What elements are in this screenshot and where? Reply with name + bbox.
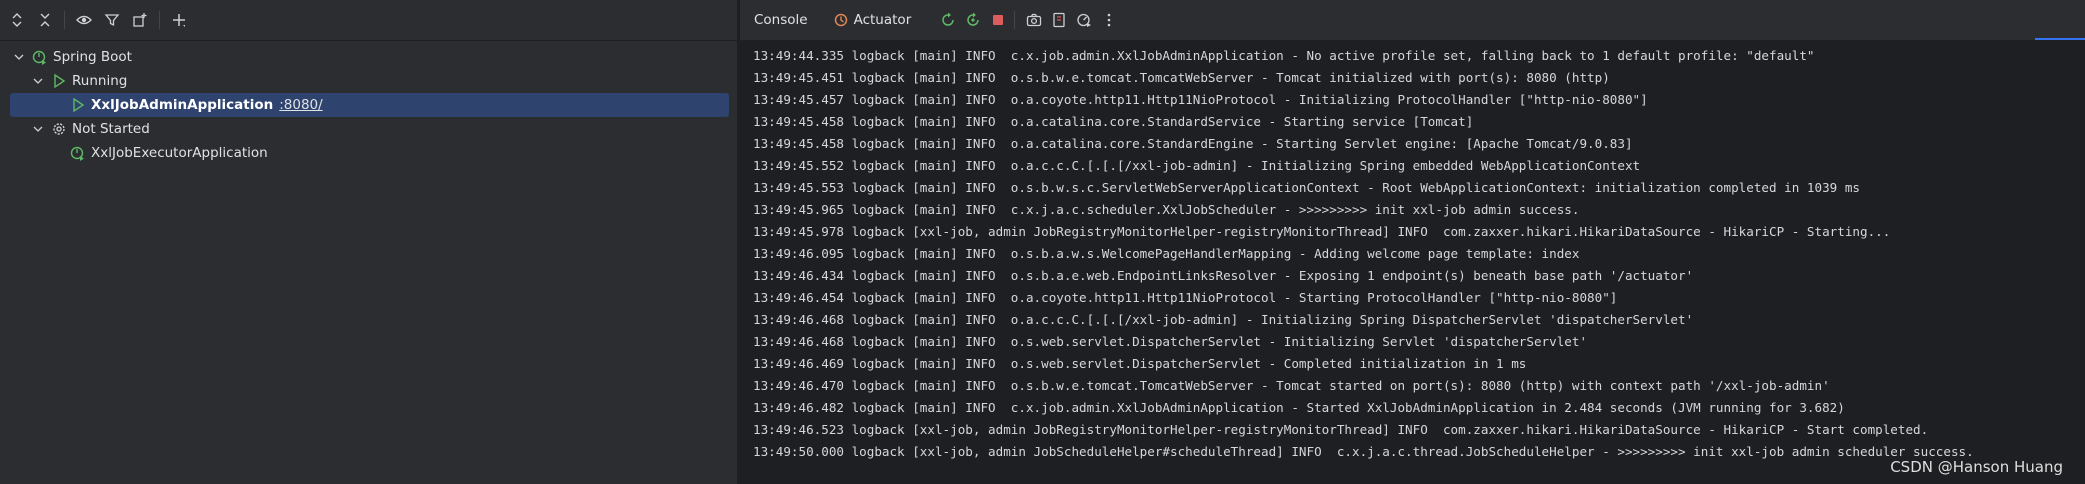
console-line: 13:49:46.482 logback [main] INFO c.x.job… <box>753 400 1845 415</box>
chevron-down-icon[interactable] <box>31 74 45 88</box>
console-line: 13:49:45.552 logback [main] INFO o.a.c.c… <box>753 158 1641 173</box>
tree-node-running[interactable]: Running <box>0 69 737 93</box>
tree-node-xxl-job-admin[interactable]: XxlJobAdminApplication :8080/ <box>10 93 729 117</box>
services-panel: Spring Boot Running XxlJobAdminApplicati… <box>0 0 738 484</box>
console-output[interactable]: 13:49:44.335 logback [main] INFO c.x.job… <box>740 40 2085 484</box>
services-toolbar <box>0 0 737 41</box>
port-link[interactable]: :8080/ <box>279 97 322 113</box>
console-line: 13:49:45.451 logback [main] INFO o.s.b.w… <box>753 70 1610 85</box>
profiler-icon[interactable] <box>1073 9 1095 31</box>
spring-boot-icon <box>70 145 86 161</box>
console-line: 13:49:46.434 logback [main] INFO o.s.b.a… <box>753 268 1694 283</box>
console-line: 13:49:45.553 logback [main] INFO o.s.b.w… <box>753 180 1860 195</box>
services-tree: Spring Boot Running XxlJobAdminApplicati… <box>0 41 737 165</box>
more-options-icon[interactable] <box>1098 9 1120 31</box>
stop-icon[interactable] <box>987 9 1009 31</box>
run-icon <box>51 73 67 89</box>
console-line: 13:49:46.468 logback [main] INFO o.a.c.c… <box>753 312 1694 327</box>
console-line: 13:49:45.458 logback [main] INFO o.a.cat… <box>753 136 1633 151</box>
actuator-icon <box>834 13 848 27</box>
filter-icon[interactable] <box>101 9 123 31</box>
rerun-debug-icon[interactable] <box>962 9 984 31</box>
console-line: 13:49:46.523 logback [xxl-job, admin Job… <box>753 422 1929 437</box>
app-name: XxlJobExecutorApplication <box>91 145 268 161</box>
tree-node-label: Not Started <box>72 121 150 137</box>
tree-node-xxl-job-executor[interactable]: XxlJobExecutorApplication <box>0 141 737 165</box>
eye-icon[interactable] <box>73 9 95 31</box>
tab-label: Actuator <box>853 12 912 28</box>
console-line: 13:49:45.965 logback [main] INFO c.x.j.a… <box>753 202 1580 217</box>
toolbar-divider <box>159 11 160 29</box>
tab-label: Console <box>754 12 808 28</box>
collapse-all-icon[interactable] <box>34 9 56 31</box>
console-line: 13:49:46.468 logback [main] INFO o.s.web… <box>753 334 1588 349</box>
console-line: 13:49:44.335 logback [main] INFO c.x.job… <box>753 48 1815 63</box>
toolbar-divider <box>64 11 65 29</box>
console-line: 13:49:46.469 logback [main] INFO o.s.web… <box>753 356 1527 371</box>
toolbar-divider <box>1014 11 1016 29</box>
console-line: 13:49:45.458 logback [main] INFO o.a.cat… <box>753 114 1474 129</box>
console-line: 13:49:46.454 logback [main] INFO o.a.coy… <box>753 290 1618 305</box>
chevron-down-icon[interactable] <box>12 50 26 64</box>
spring-boot-icon <box>32 49 48 65</box>
tab-actuator[interactable]: Actuator <box>834 12 912 28</box>
console-panel: Console Actuator 13:49:44.335 logback [m… <box>740 0 2085 484</box>
new-group-icon[interactable] <box>129 9 151 31</box>
chevron-down-icon[interactable] <box>31 122 45 136</box>
dump-threads-icon[interactable] <box>1048 9 1070 31</box>
rerun-icon[interactable] <box>937 9 959 31</box>
console-line: 13:49:46.470 logback [main] INFO o.s.b.w… <box>753 378 1830 393</box>
run-icon <box>70 97 86 113</box>
camera-icon[interactable] <box>1023 9 1045 31</box>
tree-node-not-started[interactable]: Not Started <box>0 117 737 141</box>
add-service-icon[interactable] <box>168 9 190 31</box>
tree-node-spring-boot[interactable]: Spring Boot <box>0 45 737 69</box>
tab-console[interactable]: Console <box>754 12 808 28</box>
tree-node-label: Spring Boot <box>53 49 132 65</box>
console-line: 13:49:45.457 logback [main] INFO o.a.coy… <box>753 92 1648 107</box>
tree-node-label: Running <box>72 73 128 89</box>
console-line: 13:49:50.000 logback [xxl-job, admin Job… <box>753 444 1974 459</box>
console-line: 13:49:45.978 logback [xxl-job, admin Job… <box>753 224 1891 239</box>
gear-icon <box>51 121 67 137</box>
console-line: 13:49:46.095 logback [main] INFO o.s.b.a… <box>753 246 1580 261</box>
expand-all-icon[interactable] <box>6 9 28 31</box>
watermark-text: CSDN @Hanson Huang <box>1890 458 2063 476</box>
app-name: XxlJobAdminApplication <box>91 97 274 113</box>
console-toolbar: Console Actuator <box>740 0 2085 41</box>
